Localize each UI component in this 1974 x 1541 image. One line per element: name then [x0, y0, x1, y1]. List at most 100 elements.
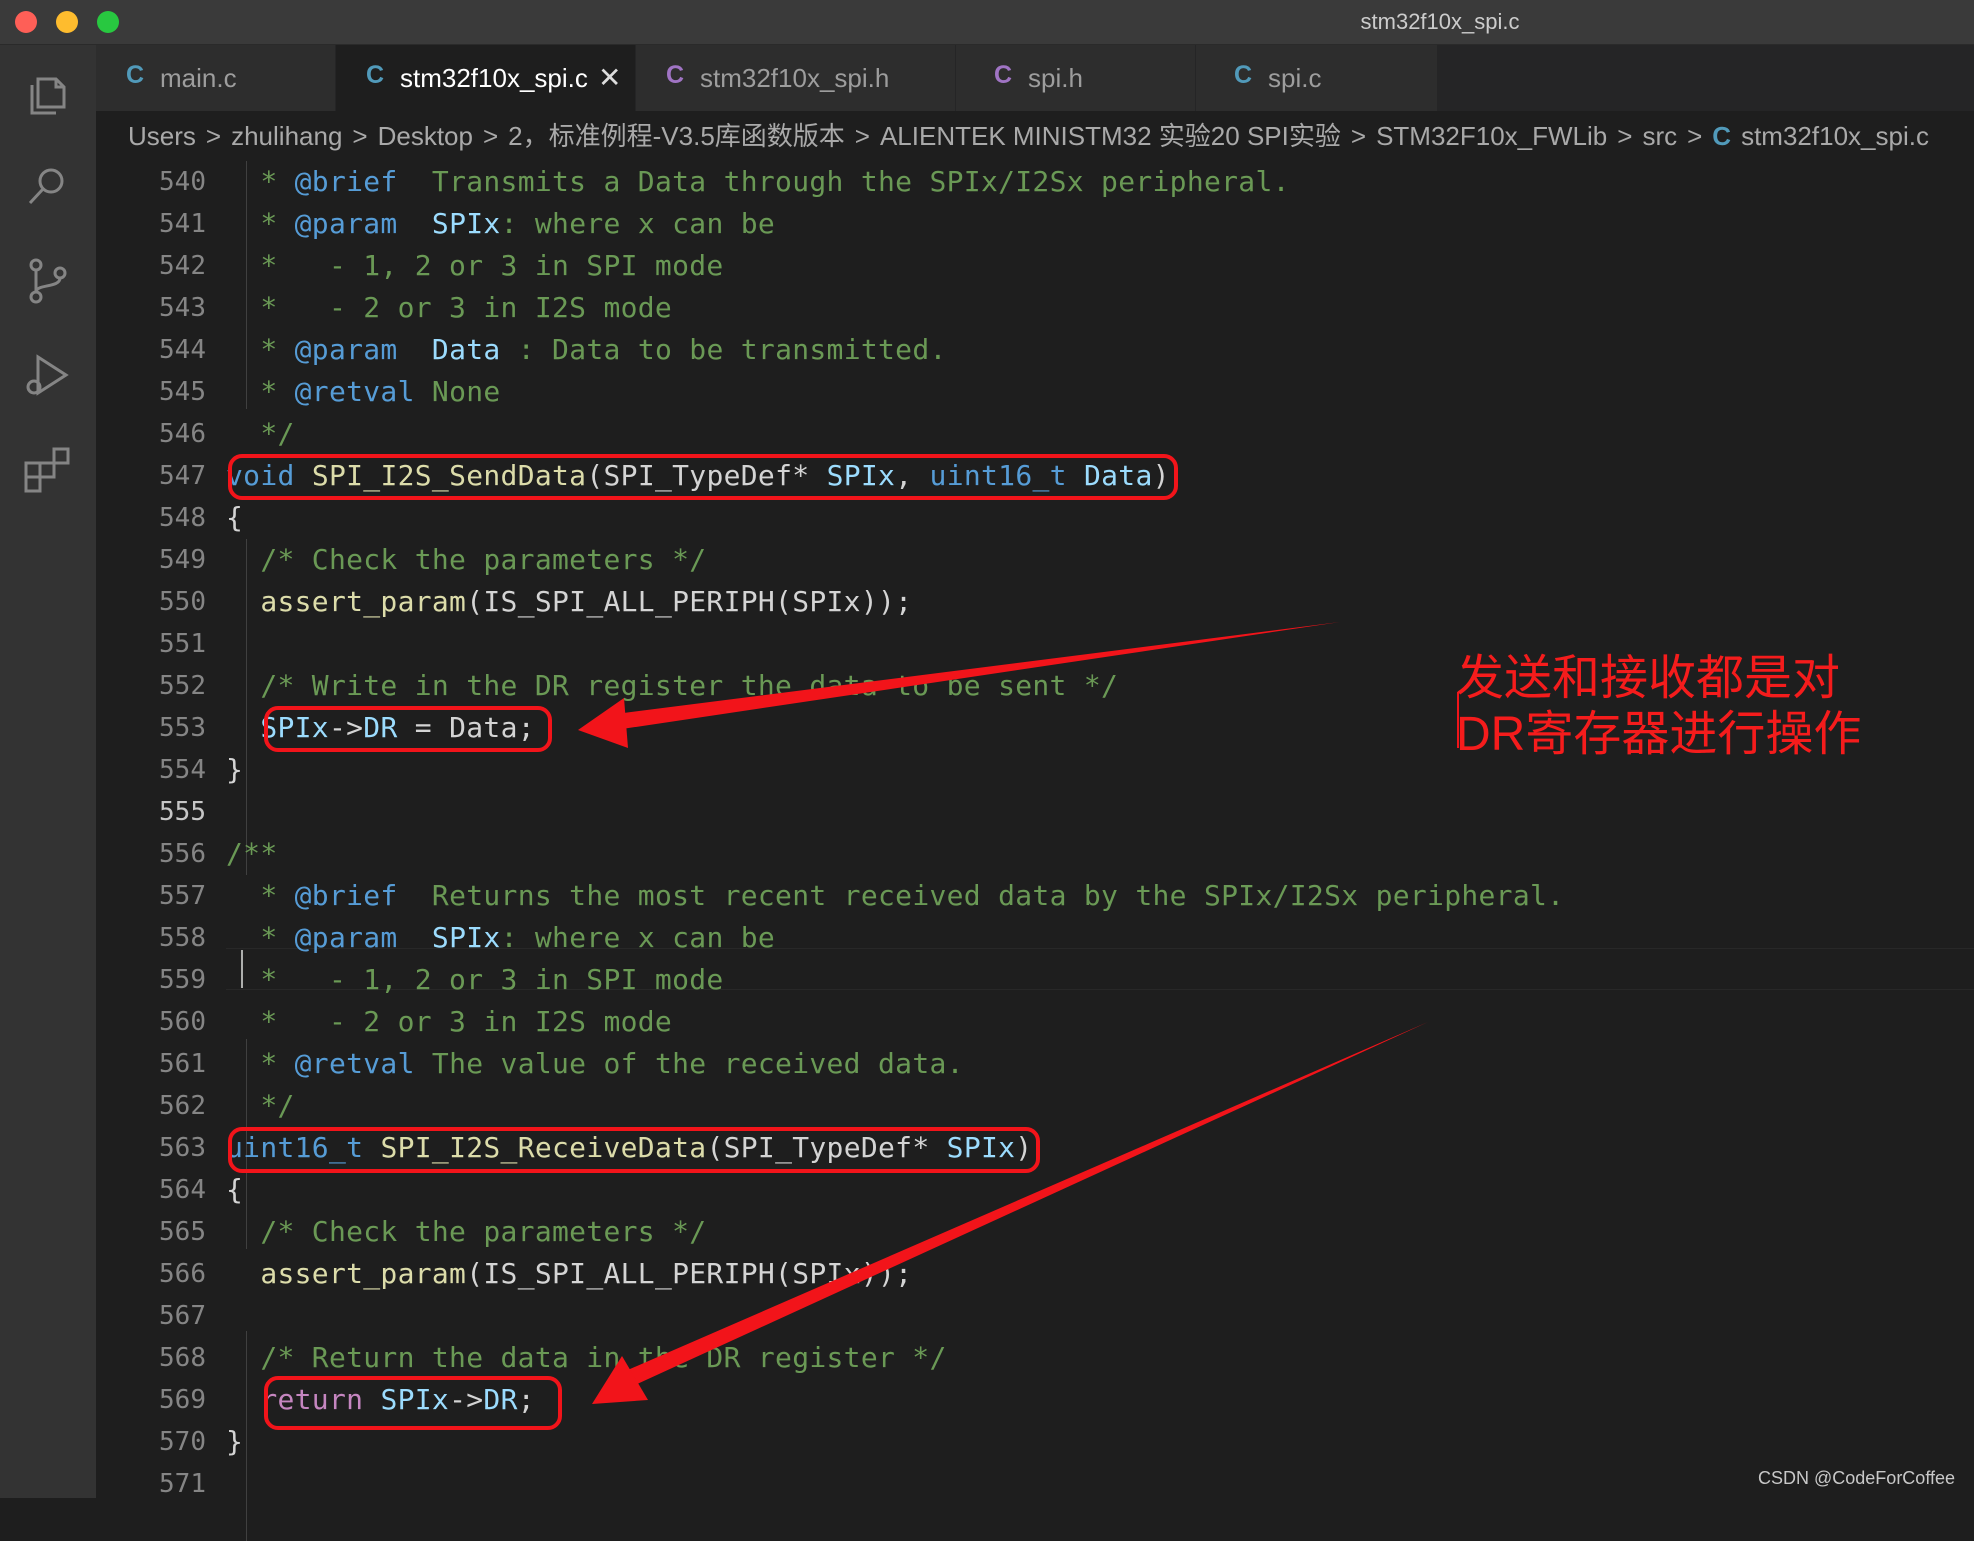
line-number: 552 — [159, 671, 206, 701]
tab-label: stm32f10x_spi.h — [700, 63, 890, 93]
code-line-557: * @brief Returns the most recent receive… — [226, 879, 1565, 912]
line-number: 548 — [159, 503, 206, 533]
c-file-icon: C — [366, 61, 385, 89]
c-header-icon: C — [994, 61, 1013, 89]
code-line-554: } — [226, 753, 244, 786]
chevron-right-icon: > — [352, 121, 368, 151]
extensions-icon[interactable] — [20, 441, 76, 497]
line-number: 560 — [159, 1007, 206, 1037]
line-number: 566 — [159, 1259, 206, 1289]
highlight-box-send-dr — [264, 706, 552, 752]
c-file-icon: C — [1712, 121, 1732, 151]
line-number: 563 — [159, 1133, 206, 1163]
tab-spi-c[interactable]: C spi.c — [1196, 45, 1438, 111]
code-line-566: assert_param(IS_SPI_ALL_PERIPH(SPIx)); — [260, 1257, 913, 1290]
chevron-right-icon: > — [1617, 121, 1633, 151]
tab-label: main.c — [160, 63, 237, 93]
line-number: 541 — [159, 209, 206, 239]
highlight-box-send-signature — [228, 454, 1178, 500]
tab-spi-h[interactable]: C spi.h — [956, 45, 1196, 111]
code-line-540: * @brief Transmits a Data through the SP… — [226, 165, 1290, 198]
code-line-549: /* Check the parameters */ — [226, 543, 707, 576]
search-icon[interactable] — [20, 159, 76, 215]
line-number: 564 — [159, 1175, 206, 1205]
breadcrumb-item[interactable]: Users — [128, 121, 196, 151]
breadcrumb-item[interactable]: Desktop — [378, 121, 473, 151]
code-line-558: * @param SPIx: where x can be — [226, 921, 776, 954]
chevron-right-icon: > — [1687, 121, 1703, 151]
code-line-552: /* Write in the DR register the data to … — [226, 669, 1119, 702]
code-line-568: /* Return the data in the DR register */ — [226, 1341, 947, 1374]
highlight-box-receive-signature — [228, 1127, 1040, 1173]
line-number: 554 — [159, 755, 206, 785]
line-number: 559 — [159, 965, 206, 995]
line-number: 561 — [159, 1049, 206, 1079]
tab-label: spi.h — [1028, 63, 1083, 93]
code-line-562: */ — [226, 1089, 295, 1122]
source-control-icon[interactable] — [20, 253, 76, 309]
code-line-546: */ — [226, 417, 295, 450]
code-line-548: { — [226, 501, 244, 534]
watermark: CSDN @CodeForCoffee — [1758, 1468, 1956, 1488]
code-line-543: * - 2 or 3 in I2S mode — [226, 291, 673, 324]
explorer-icon[interactable] — [20, 65, 76, 121]
line-number: 562 — [159, 1091, 206, 1121]
breadcrumb-item[interactable]: zhulihang — [231, 121, 342, 151]
line-number: 547 — [159, 461, 206, 491]
breadcrumb: Users > zhulihang > Desktop >2，标准例程-V3.5库函数版本… — [96, 111, 1974, 161]
code-line-560: * - 2 or 3 in I2S mode — [226, 1005, 673, 1038]
c-file-icon: C — [126, 61, 145, 89]
line-number: 567 — [159, 1301, 206, 1331]
line-number: 555 — [159, 797, 206, 827]
tab-stm32f10x-spi-c[interactable]: C stm32f10x_spi.c ✕ — [336, 45, 636, 111]
line-number: 556 — [159, 839, 206, 869]
line-number: 571 — [159, 1469, 206, 1499]
line-number: 545 — [159, 377, 206, 407]
line-number: 546 — [159, 419, 206, 449]
breadcrumb-item[interactable]: ALIENTEK MINISTM32 实验20 SPI实验 — [880, 121, 1341, 151]
line-number: 568 — [159, 1343, 206, 1373]
chevron-right-icon: > — [854, 121, 870, 151]
line-number: 542 — [159, 251, 206, 281]
code-line-561: * @retval The value of the received data… — [226, 1047, 964, 1080]
line-number: 540 — [159, 167, 206, 197]
tab-bar: C main.c C stm32f10x_spi.c ✕ C stm32f10x… — [96, 45, 1974, 111]
line-number: 543 — [159, 293, 206, 323]
line-number: 565 — [159, 1217, 206, 1247]
breadcrumb-item[interactable]: STM32F10x_FWLib — [1376, 121, 1607, 151]
tab-main-c[interactable]: C main.c — [96, 45, 336, 111]
code-line-545: * @retval None — [226, 375, 501, 408]
chevron-right-icon: > — [205, 121, 222, 151]
tab-label: spi.c — [1268, 63, 1322, 93]
run-debug-icon[interactable] — [20, 347, 76, 403]
title-bar: stm32f10x_spi.c — [0, 0, 1974, 45]
code-line-541: * @param SPIx: where x can be — [226, 207, 776, 240]
code-line-550: assert_param(IS_SPI_ALL_PERIPH(SPIx)); — [260, 585, 913, 618]
code-line-564: { — [226, 1173, 244, 1206]
line-number: 570 — [159, 1427, 206, 1457]
breadcrumb-file[interactable]: stm32f10x_spi.c — [1741, 121, 1929, 151]
chevron-right-icon: > — [1350, 121, 1367, 151]
tab-label: stm32f10x_spi.c — [400, 63, 588, 93]
chevron-right-icon: > — [482, 121, 499, 151]
window-title: stm32f10x_spi.c — [1360, 9, 1520, 34]
c-header-icon: C — [666, 61, 685, 89]
activity-bar — [0, 45, 96, 1498]
highlight-box-receive-dr — [264, 1376, 562, 1430]
code-line-542: * - 1, 2 or 3 in SPI mode — [226, 249, 724, 282]
line-number: 544 — [159, 335, 206, 365]
close-tab-icon[interactable]: ✕ — [598, 61, 621, 94]
code-editor[interactable]: * @brief Transmits a Data through the SP… — [226, 161, 1974, 1541]
line-number: 553 — [159, 713, 206, 743]
line-number: 550 — [159, 587, 206, 617]
line-number: 557 — [159, 881, 206, 911]
breadcrumb-item[interactable]: 2，标准例程-V3.5库函数版本 — [508, 121, 845, 151]
line-number: 549 — [159, 545, 206, 575]
code-line-565: /* Check the parameters */ — [226, 1215, 707, 1248]
line-number: 569 — [159, 1385, 206, 1415]
code-line-556: /** — [226, 837, 278, 870]
breadcrumb-item[interactable]: src — [1642, 121, 1677, 151]
c-file-icon: C — [1234, 61, 1253, 89]
tab-stm32f10x-spi-h[interactable]: C stm32f10x_spi.h — [636, 45, 956, 111]
code-line-559: * - 1, 2 or 3 in SPI mode — [226, 963, 724, 996]
